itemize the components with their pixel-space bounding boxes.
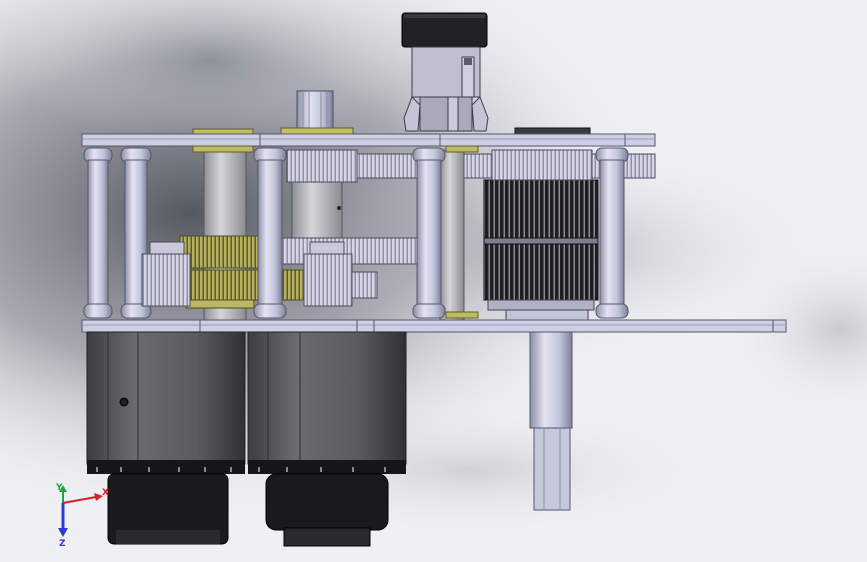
bottom-plate[interactable] xyxy=(81,319,787,333)
reference-triad[interactable]: Y X Z xyxy=(55,483,109,549)
triad-z-label: Z xyxy=(59,539,66,549)
triad-x-label: X xyxy=(102,488,109,498)
motor-left[interactable] xyxy=(86,331,246,545)
top-plate[interactable] xyxy=(81,133,656,147)
standoff-3 xyxy=(253,147,287,319)
top-collar-right xyxy=(514,127,591,135)
triad-y-label: Y xyxy=(55,483,63,493)
motor-right[interactable] xyxy=(247,331,407,547)
gearbox-assembly-model[interactable]: Y X Z xyxy=(0,0,867,562)
top-knob-assembly[interactable] xyxy=(401,12,489,132)
cad-viewport[interactable]: Y X Z xyxy=(0,0,867,562)
standoff-1 xyxy=(83,147,113,319)
standoff-5 xyxy=(595,147,629,319)
upper-shaft[interactable] xyxy=(280,90,354,135)
standoff-4 xyxy=(412,147,446,319)
output-shaft[interactable] xyxy=(529,331,573,511)
gear-train[interactable] xyxy=(139,145,656,323)
